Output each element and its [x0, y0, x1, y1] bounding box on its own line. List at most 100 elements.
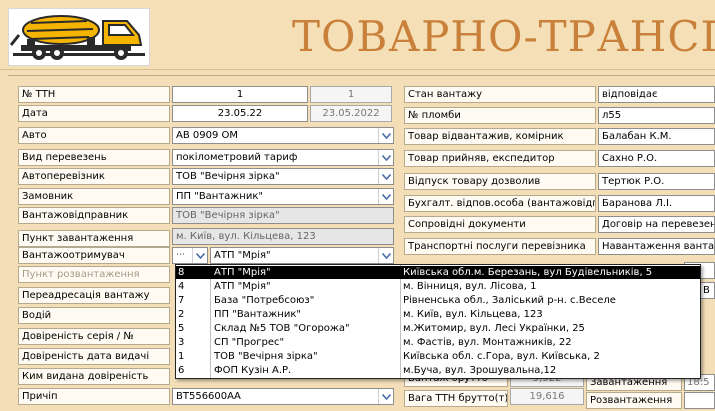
- docs-label: Сопровідні документи: [404, 216, 596, 233]
- customer-select[interactable]: ПП "Вантажник": [172, 188, 394, 205]
- driver-label: Водій: [18, 307, 170, 324]
- shipper-field: ТОВ "Вечірня зірка": [172, 207, 394, 224]
- option-name: АТП "Мрія": [214, 281, 271, 292]
- release-allowed-label: Відпуск товару дозволив: [404, 173, 596, 190]
- trailer-value: ВТ556600АА: [176, 391, 241, 402]
- option-code: 3: [178, 337, 185, 348]
- ttn-counter: 1: [310, 86, 392, 103]
- option-name: Склад №5 ТОВ "Огорожа": [214, 323, 350, 334]
- customer-value: ПП "Вантажник": [176, 191, 263, 202]
- poa-issuer-label: Ким видана довіреність: [18, 368, 170, 385]
- option-code: 2: [178, 309, 185, 320]
- option-name: СП "Прогрес": [214, 337, 285, 348]
- ttn-label: № ТТН: [18, 86, 170, 103]
- accountant-field[interactable]: Баранова Л.І.: [598, 195, 715, 212]
- dropdown-option[interactable]: 3 СП "Прогрес" м. Фастів, вул. Монтажників…: [176, 336, 700, 349]
- auto-select[interactable]: АВ 0909 ОМ: [172, 127, 394, 144]
- redirect-label: Переадресація вантажу: [18, 287, 170, 304]
- cargo-state-field[interactable]: відповідає: [598, 86, 715, 103]
- cargo-state-label: Стан вантажу: [404, 86, 596, 103]
- date-label: Дата: [18, 105, 170, 122]
- release-allowed-field[interactable]: Тертюк Р.О.: [598, 173, 715, 190]
- chevron-down-icon[interactable]: [378, 128, 393, 143]
- released-by-label: Товар відвантажив, комірник: [404, 128, 596, 145]
- unloading-label: Розвантаження: [586, 392, 682, 409]
- concrete-mixer-truck-icon: [9, 9, 149, 65]
- ttn-number-field[interactable]: 1: [172, 86, 308, 103]
- dropdown-option[interactable]: 5 Склад №5 ТОВ "Огорожа" м.Житомир, вул. Л…: [176, 322, 700, 335]
- date-field[interactable]: 23.05.22: [172, 105, 308, 122]
- dropdown-option[interactable]: 6 ФОП Кузін А.Р. м.Буча, вул. Зрошувальна,…: [176, 364, 700, 377]
- option-name: АТП "Мрія": [214, 267, 271, 278]
- edge-field-misc[interactable]: В: [700, 282, 715, 299]
- option-address: м. Вінниця, вул. Лісова, 1: [403, 281, 537, 292]
- option-name: ТОВ "Вечірня зірка": [214, 351, 318, 362]
- accepted-by-field[interactable]: Сахно Р.О.: [598, 150, 715, 167]
- date-full-readout: 23.05.2022: [310, 105, 392, 122]
- consignee-select[interactable]: АТП "Мрія": [210, 247, 394, 264]
- option-code: 6: [178, 365, 185, 376]
- gross-weight-readout: 19,616: [510, 388, 584, 405]
- logo: [8, 8, 150, 66]
- carrier-value: ТОВ "Вечірня зірка": [176, 171, 280, 182]
- accepted-by-label: Товар прийняв, експедитор: [404, 150, 596, 167]
- option-address: м. Київ, вул. Кільцева, 123: [403, 309, 543, 320]
- load-point-label: Пункт завантаження: [18, 230, 170, 247]
- seal-field[interactable]: л55: [598, 107, 715, 124]
- option-name: База "Потребсоюз": [214, 295, 315, 306]
- option-code: 7: [178, 295, 185, 306]
- consignee-label: Вантажоотримувач: [18, 247, 170, 264]
- released-by-field[interactable]: Балабан К.М.: [598, 128, 715, 145]
- shipper-label: Вантажовідправник: [18, 207, 170, 224]
- seal-label: № пломби: [404, 107, 596, 124]
- dropdown-option[interactable]: 4 АТП "Мрія" м. Вінниця, вул. Лісова, 1: [176, 280, 700, 293]
- option-code: 4: [178, 281, 185, 292]
- dropdown-option[interactable]: 1 ТОВ "Вечірня зірка" Київська обл. с.Гора…: [176, 350, 700, 363]
- poa-series-label: Довіреність серія / №: [18, 328, 170, 345]
- option-address: м.Житомир, вул. Лесі Українки, 25: [403, 323, 585, 334]
- option-code: 1: [178, 351, 185, 362]
- accountant-label: Бухгалт. відпов.особа (вантажовідпр: [404, 195, 596, 212]
- chevron-down-icon[interactable]: [378, 169, 393, 184]
- load-point-field: м. Київ, вул. Кільцева, 123: [172, 228, 394, 245]
- option-name: ПП "Вантажник": [214, 309, 301, 320]
- gross-weight-label: Вага ТТН брутто(т): [404, 390, 508, 407]
- dropdown-option[interactable]: 7 База "Потребсоюз" Рівненська обл., Заліс…: [176, 294, 700, 307]
- option-address: м.Буча, вул. Зрошувальна,12: [403, 365, 557, 376]
- consignee-value: АТП "Мрія": [214, 250, 271, 261]
- option-address: м. Фастів, вул. Монтажників, 22: [403, 337, 572, 348]
- ellipsis-icon: ⋯: [176, 250, 185, 260]
- docs-field[interactable]: Договір на перевезен: [598, 216, 715, 233]
- chevron-down-icon[interactable]: [378, 150, 393, 165]
- option-address: Київська обл.м. Березань, вул Будівельни…: [403, 267, 653, 278]
- trailer-select[interactable]: ВТ556600АА: [172, 388, 394, 405]
- trailer-label: Причіп: [18, 388, 170, 405]
- dropdown-option[interactable]: 2 ПП "Вантажник" м. Київ, вул. Кільцева, 1…: [176, 308, 700, 321]
- option-address: Рівненська обл., Заліський р-н. с.Веселе: [403, 295, 616, 306]
- carrier-label: Автоперевізник: [18, 168, 170, 185]
- chevron-down-icon[interactable]: [378, 389, 393, 404]
- chevron-down-icon[interactable]: [378, 248, 393, 263]
- option-code: 8: [178, 267, 185, 278]
- option-code: 5: [178, 323, 185, 334]
- auto-label: Авто: [18, 127, 170, 144]
- option-name: ФОП Кузін А.Р.: [214, 365, 292, 376]
- unload-point-label: Пункт розвантаження: [18, 266, 170, 283]
- carrier-select[interactable]: ТОВ "Вечірня зірка": [172, 168, 394, 185]
- consignee-lookup-button[interactable]: ⋯: [172, 247, 208, 264]
- poa-date-label: Довіреність дата видачі: [18, 348, 170, 365]
- chevron-down-icon[interactable]: [378, 189, 393, 204]
- unloading-time-field[interactable]: [684, 392, 715, 409]
- option-address: Київська обл. с.Гора, вул. Київська, 2: [403, 351, 600, 362]
- auto-value: АВ 0909 ОМ: [176, 130, 239, 141]
- consignee-dropdown-list[interactable]: 8 АТП "Мрія" Київська обл.м. Березань, вул…: [175, 264, 701, 379]
- transport-type-select[interactable]: покілометровий тариф: [172, 149, 394, 166]
- dropdown-option[interactable]: 8 АТП "Мрія" Київська обл.м. Березань, вул…: [176, 266, 700, 279]
- services-label: Транспортні послуги перевізника: [404, 238, 596, 255]
- customer-label: Замовник: [18, 188, 170, 205]
- transport-type-value: покілометровий тариф: [176, 152, 298, 163]
- services-field[interactable]: Навантаження вантаж: [598, 238, 715, 255]
- page-title: ТОВАРНО-ТРАНСП: [292, 12, 715, 61]
- transport-type-label: Вид перевезень: [18, 149, 170, 166]
- chevron-down-icon[interactable]: [192, 248, 207, 263]
